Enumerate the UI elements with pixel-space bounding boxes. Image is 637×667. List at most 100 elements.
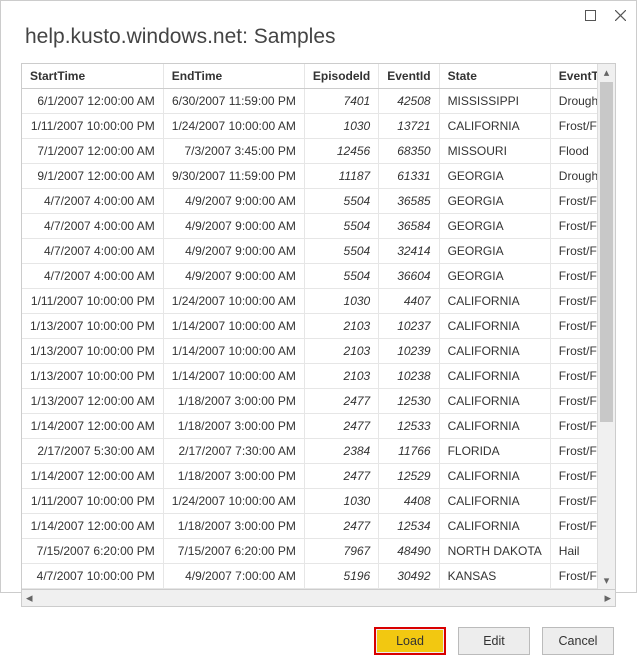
cell-state: GEORGIA bbox=[439, 264, 550, 289]
cell-starttime: 1/14/2007 12:00:00 AM bbox=[22, 514, 163, 539]
table-row[interactable]: 1/14/2007 12:00:00 AM1/18/2007 3:00:00 P… bbox=[22, 464, 597, 489]
cell-endtime: 2/17/2007 7:30:00 AM bbox=[163, 439, 304, 464]
hscroll-thumb[interactable] bbox=[39, 592, 599, 604]
cell-eventtype: Drought bbox=[550, 89, 597, 114]
edit-button[interactable]: Edit bbox=[458, 627, 530, 655]
cell-episodeid: 5196 bbox=[304, 564, 378, 589]
maximize-icon[interactable] bbox=[582, 7, 598, 23]
page-title: help.kusto.windows.net: Samples bbox=[1, 23, 636, 63]
cell-eventid: 4408 bbox=[379, 489, 439, 514]
table-row[interactable]: 4/7/2007 4:00:00 AM4/9/2007 9:00:00 AM55… bbox=[22, 189, 597, 214]
cell-eventtype: Frost/Freeze bbox=[550, 464, 597, 489]
cell-eventid: 42508 bbox=[379, 89, 439, 114]
table-row[interactable]: 1/13/2007 10:00:00 PM1/14/2007 10:00:00 … bbox=[22, 314, 597, 339]
table-row[interactable]: 1/13/2007 12:00:00 AM1/18/2007 3:00:00 P… bbox=[22, 389, 597, 414]
table-row[interactable]: 1/11/2007 10:00:00 PM1/24/2007 10:00:00 … bbox=[22, 489, 597, 514]
cell-eventid: 68350 bbox=[379, 139, 439, 164]
table-row[interactable]: 4/7/2007 10:00:00 PM4/9/2007 7:00:00 AM5… bbox=[22, 564, 597, 589]
cell-state: GEORGIA bbox=[439, 239, 550, 264]
table-row[interactable]: 9/1/2007 12:00:00 AM9/30/2007 11:59:00 P… bbox=[22, 164, 597, 189]
col-state[interactable]: State bbox=[439, 64, 550, 89]
cell-endtime: 6/30/2007 11:59:00 PM bbox=[163, 89, 304, 114]
cell-eventtype: Frost/Freeze bbox=[550, 189, 597, 214]
table-row[interactable]: 1/13/2007 10:00:00 PM1/14/2007 10:00:00 … bbox=[22, 339, 597, 364]
cell-endtime: 4/9/2007 9:00:00 AM bbox=[163, 264, 304, 289]
cell-state: GEORGIA bbox=[439, 189, 550, 214]
cell-state: CALIFORNIA bbox=[439, 339, 550, 364]
col-eventid[interactable]: EventId bbox=[379, 64, 439, 89]
table-row[interactable]: 6/1/2007 12:00:00 AM6/30/2007 11:59:00 P… bbox=[22, 89, 597, 114]
table-row[interactable]: 2/17/2007 5:30:00 AM2/17/2007 7:30:00 AM… bbox=[22, 439, 597, 464]
cell-eventid: 36585 bbox=[379, 189, 439, 214]
cell-episodeid: 1030 bbox=[304, 114, 378, 139]
cell-eventtype: Hail bbox=[550, 539, 597, 564]
col-endtime[interactable]: EndTime bbox=[163, 64, 304, 89]
cell-starttime: 1/11/2007 10:00:00 PM bbox=[22, 289, 163, 314]
cell-eventid: 30492 bbox=[379, 564, 439, 589]
cell-starttime: 4/7/2007 4:00:00 AM bbox=[22, 239, 163, 264]
cell-episodeid: 2103 bbox=[304, 314, 378, 339]
cell-endtime: 7/15/2007 6:20:00 PM bbox=[163, 539, 304, 564]
cell-eventid: 12533 bbox=[379, 414, 439, 439]
load-button[interactable]: Load bbox=[374, 627, 446, 655]
cell-episodeid: 2477 bbox=[304, 514, 378, 539]
scroll-up-icon[interactable]: ▴ bbox=[598, 66, 615, 79]
cell-state: KANSAS bbox=[439, 564, 550, 589]
cell-eventid: 12529 bbox=[379, 464, 439, 489]
cell-endtime: 1/18/2007 3:00:00 PM bbox=[163, 414, 304, 439]
cell-endtime: 4/9/2007 9:00:00 AM bbox=[163, 189, 304, 214]
cell-eventid: 36604 bbox=[379, 264, 439, 289]
cell-starttime: 1/11/2007 10:00:00 PM bbox=[22, 489, 163, 514]
col-episodeid[interactable]: EpisodeId bbox=[304, 64, 378, 89]
cell-state: NORTH DAKOTA bbox=[439, 539, 550, 564]
cell-eventtype: Frost/Freeze bbox=[550, 489, 597, 514]
cell-state: CALIFORNIA bbox=[439, 289, 550, 314]
table-row[interactable]: 1/11/2007 10:00:00 PM1/24/2007 10:00:00 … bbox=[22, 289, 597, 314]
scroll-thumb[interactable] bbox=[600, 82, 613, 422]
cell-eventid: 48490 bbox=[379, 539, 439, 564]
cell-starttime: 4/7/2007 4:00:00 AM bbox=[22, 189, 163, 214]
table-row[interactable]: 1/14/2007 12:00:00 AM1/18/2007 3:00:00 P… bbox=[22, 414, 597, 439]
table-row[interactable]: 4/7/2007 4:00:00 AM4/9/2007 9:00:00 AM55… bbox=[22, 214, 597, 239]
cell-starttime: 1/13/2007 10:00:00 PM bbox=[22, 339, 163, 364]
cell-eventtype: Frost/Freeze bbox=[550, 364, 597, 389]
cancel-button[interactable]: Cancel bbox=[542, 627, 614, 655]
cell-starttime: 9/1/2007 12:00:00 AM bbox=[22, 164, 163, 189]
cell-eventid: 36584 bbox=[379, 214, 439, 239]
col-eventtype[interactable]: EventType bbox=[550, 64, 597, 89]
cell-eventtype: Frost/Freeze bbox=[550, 289, 597, 314]
cell-episodeid: 5504 bbox=[304, 239, 378, 264]
table-row[interactable]: 7/15/2007 6:20:00 PM7/15/2007 6:20:00 PM… bbox=[22, 539, 597, 564]
cell-starttime: 4/7/2007 4:00:00 AM bbox=[22, 264, 163, 289]
table-row[interactable]: 7/1/2007 12:00:00 AM7/3/2007 3:45:00 PM1… bbox=[22, 139, 597, 164]
cell-episodeid: 2103 bbox=[304, 339, 378, 364]
cell-episodeid: 5504 bbox=[304, 214, 378, 239]
scroll-right-icon[interactable]: ▸ bbox=[604, 590, 611, 606]
cell-starttime: 1/14/2007 12:00:00 AM bbox=[22, 464, 163, 489]
cell-starttime: 1/13/2007 10:00:00 PM bbox=[22, 364, 163, 389]
cell-eventtype: Frost/Freeze bbox=[550, 314, 597, 339]
cell-endtime: 1/18/2007 3:00:00 PM bbox=[163, 464, 304, 489]
cell-endtime: 4/9/2007 9:00:00 AM bbox=[163, 239, 304, 264]
cell-state: GEORGIA bbox=[439, 214, 550, 239]
close-icon[interactable] bbox=[612, 7, 628, 23]
cell-endtime: 1/18/2007 3:00:00 PM bbox=[163, 389, 304, 414]
cell-endtime: 7/3/2007 3:45:00 PM bbox=[163, 139, 304, 164]
cell-state: CALIFORNIA bbox=[439, 364, 550, 389]
table-row[interactable]: 1/11/2007 10:00:00 PM1/24/2007 10:00:00 … bbox=[22, 114, 597, 139]
cell-eventtype: Frost/Freeze bbox=[550, 239, 597, 264]
table-row[interactable]: 4/7/2007 4:00:00 AM4/9/2007 9:00:00 AM55… bbox=[22, 264, 597, 289]
cell-eventtype: Drought bbox=[550, 164, 597, 189]
cell-starttime: 4/7/2007 10:00:00 PM bbox=[22, 564, 163, 589]
cell-eventid: 11766 bbox=[379, 439, 439, 464]
scroll-down-icon[interactable]: ▾ bbox=[598, 574, 615, 587]
cell-state: CALIFORNIA bbox=[439, 114, 550, 139]
scroll-left-icon[interactable]: ◂ bbox=[26, 590, 33, 606]
table-row[interactable]: 1/14/2007 12:00:00 AM1/18/2007 3:00:00 P… bbox=[22, 514, 597, 539]
dialog: help.kusto.windows.net: Samples StartTim… bbox=[0, 0, 637, 593]
footer: Load Edit Cancel bbox=[1, 607, 636, 667]
col-starttime[interactable]: StartTime bbox=[22, 64, 163, 89]
table-row[interactable]: 1/13/2007 10:00:00 PM1/14/2007 10:00:00 … bbox=[22, 364, 597, 389]
table-row[interactable]: 4/7/2007 4:00:00 AM4/9/2007 9:00:00 AM55… bbox=[22, 239, 597, 264]
vertical-scrollbar[interactable]: ▴ ▾ bbox=[597, 64, 615, 589]
